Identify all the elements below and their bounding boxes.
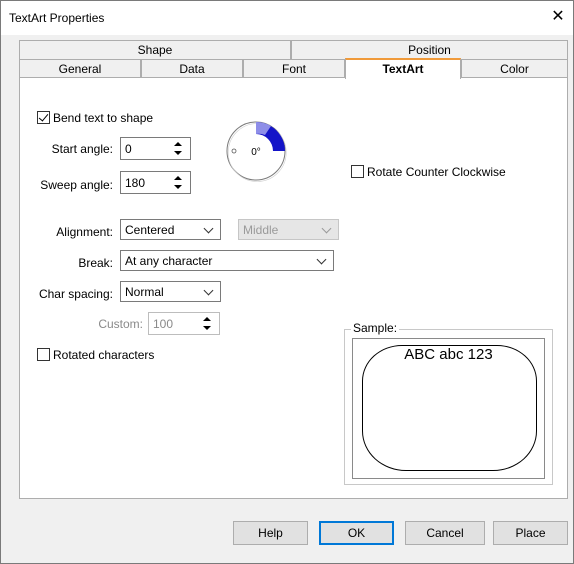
bend-text-label: Bend text to shape — [53, 111, 154, 125]
alignment-label: Alignment: — [56, 225, 113, 239]
rotate-ccw-checkbox[interactable] — [351, 165, 364, 178]
angle-dial[interactable]: 0° — [225, 120, 287, 182]
chevron-down-icon — [203, 223, 214, 234]
custom-spacing-stepper: 100 — [148, 312, 220, 335]
char-spacing-label: Char spacing: — [38, 287, 113, 301]
tab-color[interactable]: Color — [461, 59, 568, 78]
tab-data[interactable]: Data — [141, 59, 243, 78]
rotated-characters-checkbox[interactable] — [37, 348, 50, 361]
place-button[interactable]: Place — [493, 521, 568, 545]
char-spacing-select[interactable]: Normal — [120, 281, 221, 302]
break-value: At any character — [125, 254, 213, 268]
start-angle-value: 0 — [125, 142, 132, 156]
textart-properties-dialog: TextArt Properties ✕ Shape Position Gene… — [0, 0, 574, 564]
tab-shape[interactable]: Shape — [19, 40, 291, 59]
tab-general[interactable]: General — [19, 59, 141, 78]
sample-preview: ABC abc 123 — [352, 338, 545, 479]
sample-shape — [362, 345, 537, 471]
char-spacing-value: Normal — [125, 285, 164, 299]
start-angle-stepper[interactable]: 0 — [120, 137, 191, 160]
sweep-angle-value: 180 — [125, 176, 146, 190]
spin-arrows-icon[interactable] — [170, 174, 188, 191]
help-button[interactable]: Help — [233, 521, 308, 545]
tab-position[interactable]: Position — [291, 40, 568, 59]
bend-text-checkbox[interactable] — [37, 111, 50, 124]
chevron-down-icon — [316, 254, 327, 265]
chevron-down-icon — [321, 223, 332, 234]
break-label: Break: — [78, 256, 113, 270]
title-bar: TextArt Properties ✕ — [1, 1, 573, 35]
alignment-select[interactable]: Centered — [120, 219, 221, 240]
tab-font[interactable]: Font — [243, 59, 345, 78]
sweep-angle-label: Sweep angle: — [40, 178, 113, 192]
vertical-align-value: Middle — [243, 223, 279, 237]
vertical-align-select: Middle — [238, 219, 339, 240]
cancel-button[interactable]: Cancel — [405, 521, 485, 545]
rotated-characters-label: Rotated characters — [53, 348, 155, 362]
chevron-down-icon — [203, 285, 214, 296]
sample-text: ABC abc 123 — [404, 346, 493, 363]
custom-label: Custom: — [98, 317, 143, 331]
start-angle-label: Start angle: — [51, 142, 113, 156]
sweep-angle-stepper[interactable]: 180 — [120, 171, 191, 194]
custom-spacing-value: 100 — [153, 317, 174, 331]
spin-arrows-icon — [199, 315, 217, 332]
sample-label: Sample: — [351, 321, 400, 335]
spin-arrows-icon[interactable] — [170, 140, 188, 157]
alignment-value: Centered — [125, 223, 175, 237]
window-title: TextArt Properties — [9, 11, 105, 25]
break-select[interactable]: At any character — [120, 250, 334, 271]
ok-button[interactable]: OK — [319, 521, 394, 545]
dial-angle-label: 0° — [251, 147, 261, 158]
rotate-ccw-label: Rotate Counter Clockwise — [367, 165, 506, 179]
close-icon[interactable]: ✕ — [547, 6, 569, 28]
tab-textart[interactable]: TextArt — [345, 58, 461, 79]
